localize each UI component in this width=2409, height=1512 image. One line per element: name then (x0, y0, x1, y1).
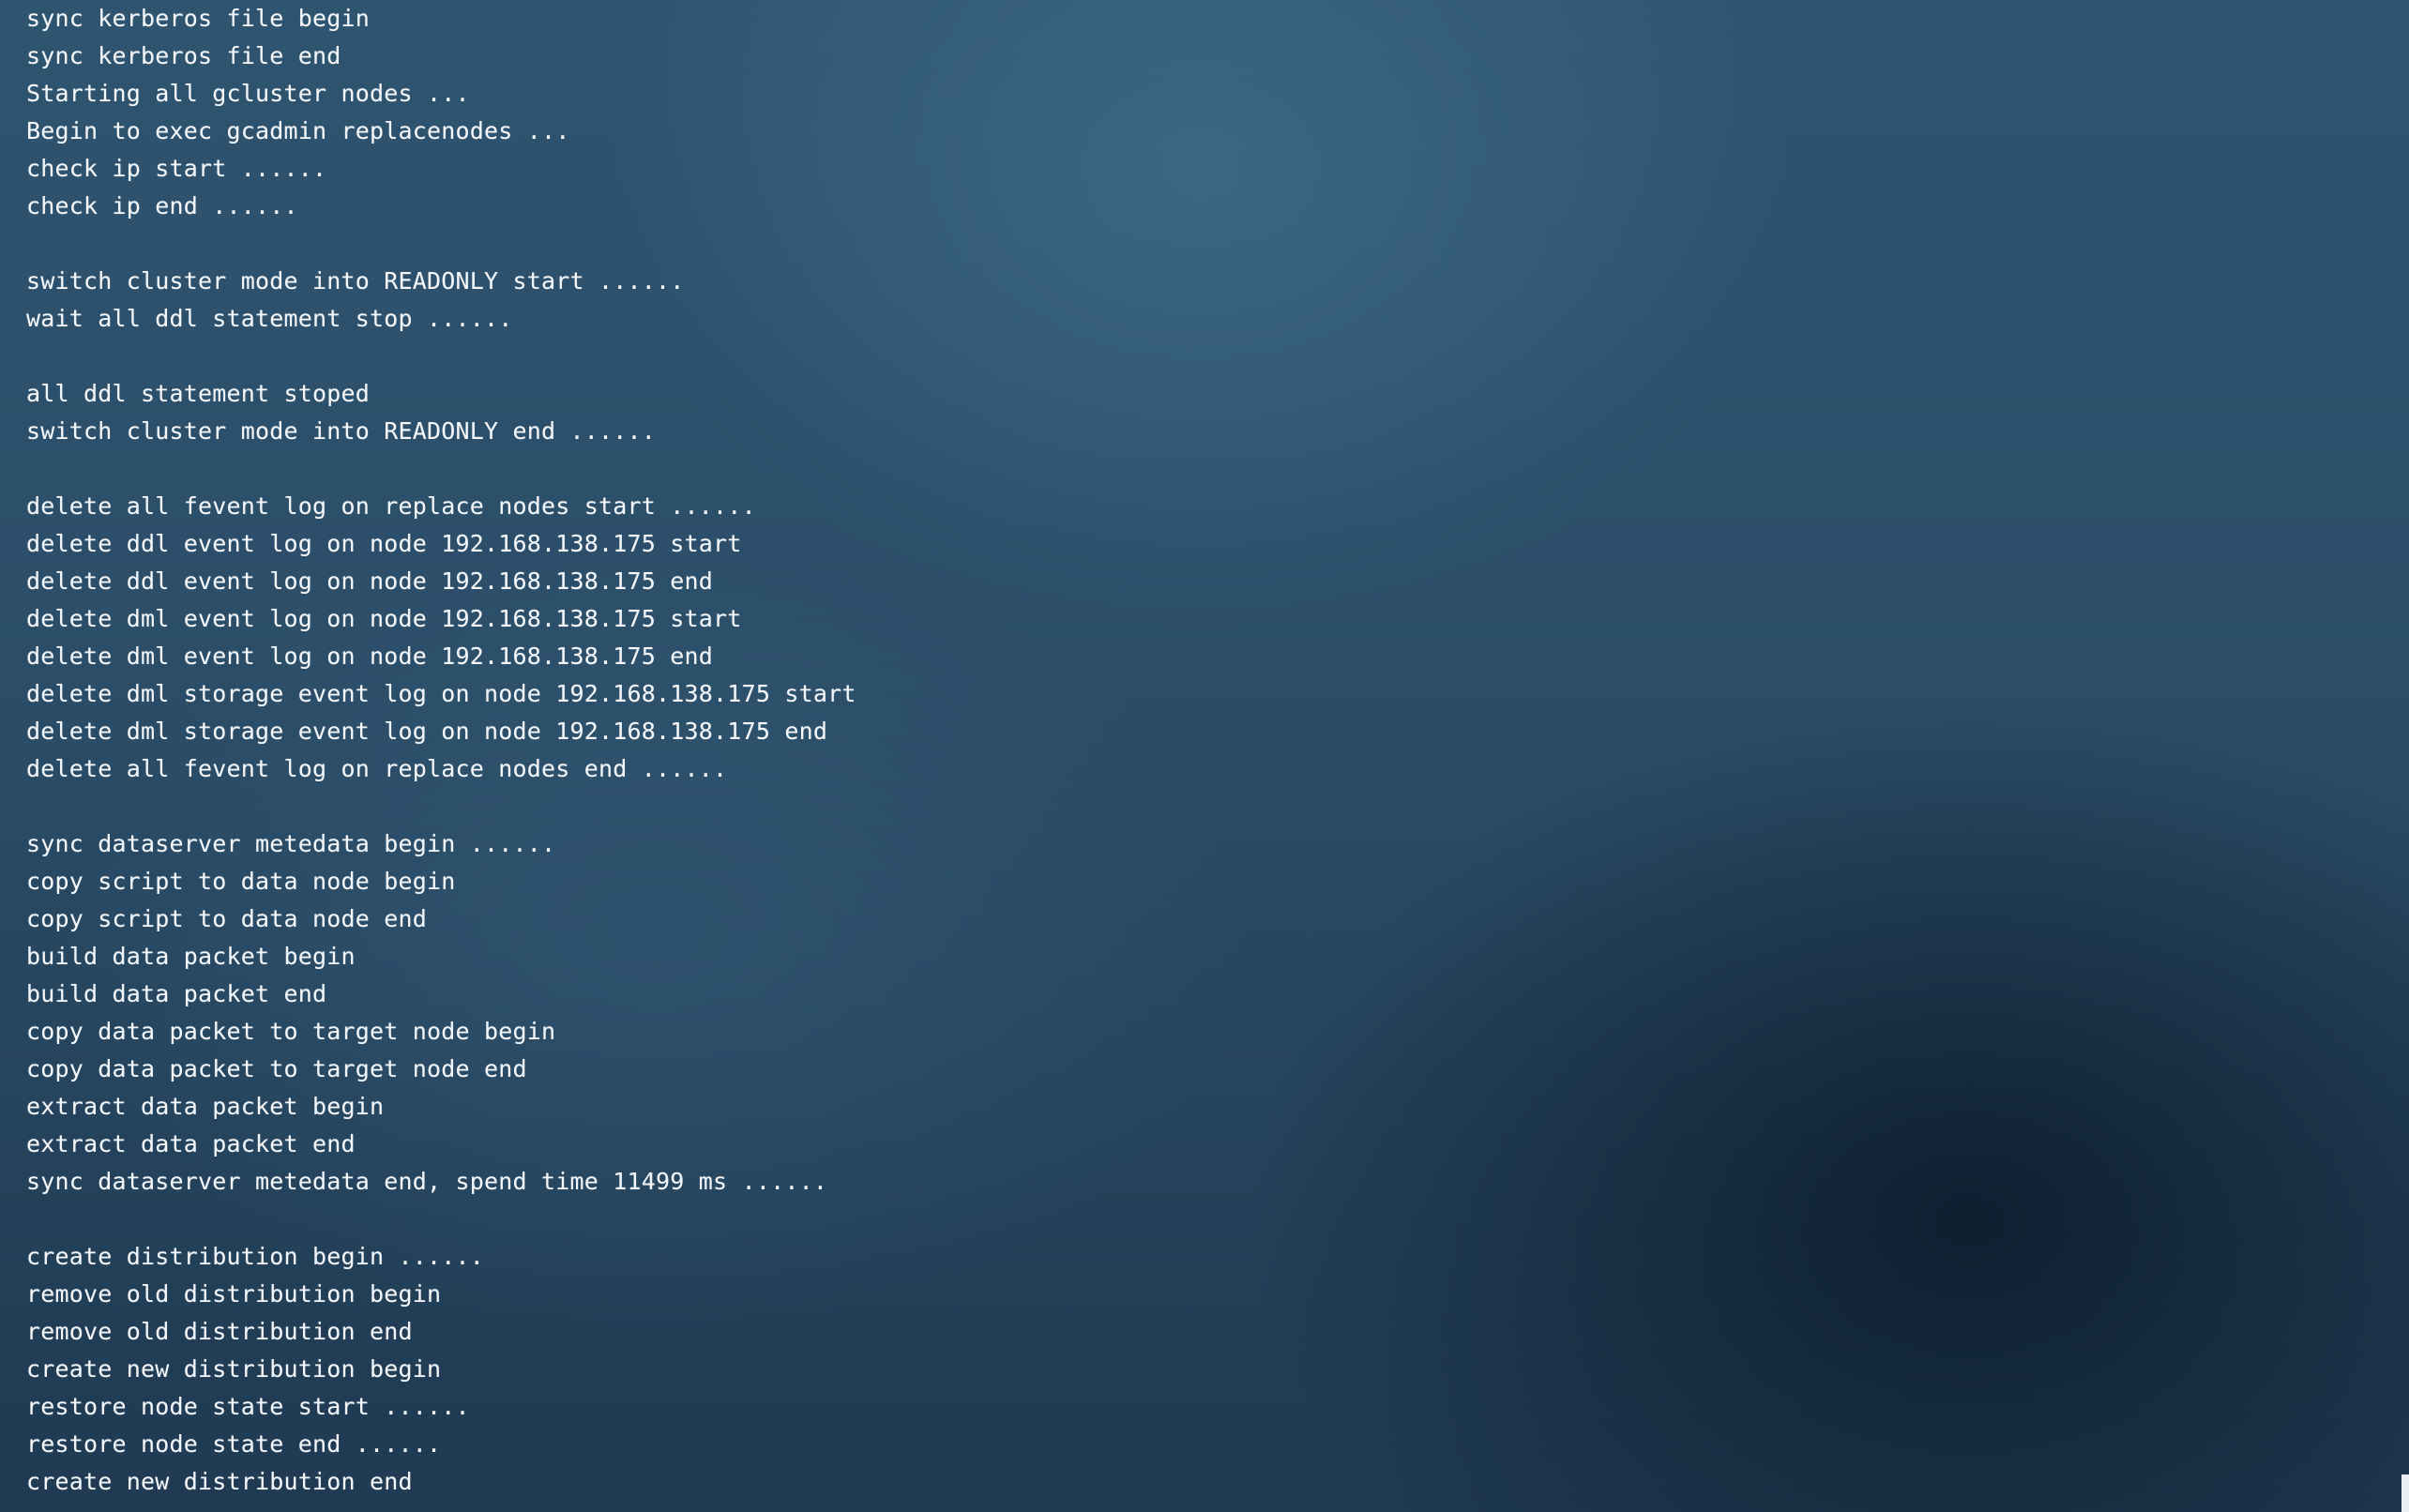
terminal-window[interactable]: sync kerberos file begin sync kerberos fi… (0, 0, 2409, 1512)
terminal-line: Starting all gcluster nodes ... (26, 80, 470, 107)
terminal-line: delete dml storage event log on node 192… (26, 718, 828, 745)
terminal-output: sync kerberos file begin sync kerberos fi… (26, 0, 856, 1501)
terminal-line: sync kerberos file end (26, 42, 341, 69)
terminal-line: create new distribution end (26, 1468, 413, 1495)
terminal-line: copy data packet to target node end (26, 1055, 527, 1082)
terminal-line: remove old distribution end (26, 1318, 413, 1345)
terminal-line: delete dml event log on node 192.168.138… (26, 605, 742, 632)
terminal-line: build data packet begin (26, 943, 356, 970)
terminal-line: restore node state start ...... (26, 1393, 470, 1420)
terminal-line: all ddl statement stoped (26, 380, 371, 407)
terminal-line: switch cluster mode into READONLY end ..… (26, 417, 657, 445)
terminal-line: extract data packet begin (26, 1093, 385, 1120)
text-cursor (2401, 1474, 2409, 1512)
terminal-line: wait all ddl statement stop ...... (26, 305, 513, 332)
terminal-line: delete all fevent log on replace nodes e… (26, 755, 728, 782)
terminal-line: copy script to data node begin (26, 868, 456, 895)
terminal-line: create new distribution begin (26, 1355, 442, 1383)
terminal-line: copy script to data node end (26, 905, 428, 932)
terminal-line: restore node state end ...... (26, 1430, 442, 1458)
terminal-line: build data packet end (26, 980, 327, 1007)
terminal-line: check ip start ...... (26, 155, 327, 182)
terminal-line: delete ddl event log on node 192.168.138… (26, 567, 714, 595)
terminal-line: create distribution begin ...... (26, 1243, 485, 1270)
terminal-line: extract data packet end (26, 1130, 356, 1157)
terminal-line: remove old distribution begin (26, 1280, 442, 1308)
terminal-line: delete dml storage event log on node 192… (26, 680, 856, 707)
terminal-line: sync dataserver metedata begin ...... (26, 830, 556, 857)
terminal-line: switch cluster mode into READONLY start … (26, 267, 685, 295)
terminal-line: delete dml event log on node 192.168.138… (26, 643, 714, 670)
terminal-line: delete ddl event log on node 192.168.138… (26, 530, 742, 557)
terminal-line: sync dataserver metedata end, spend time… (26, 1168, 828, 1195)
terminal-line: check ip end ...... (26, 192, 298, 219)
terminal-line: sync kerberos file begin (26, 5, 371, 32)
terminal-line: Begin to exec gcadmin replacenodes ... (26, 117, 570, 144)
terminal-line: copy data packet to target node begin (26, 1018, 556, 1045)
terminal-line: delete all fevent log on replace nodes s… (26, 492, 756, 520)
